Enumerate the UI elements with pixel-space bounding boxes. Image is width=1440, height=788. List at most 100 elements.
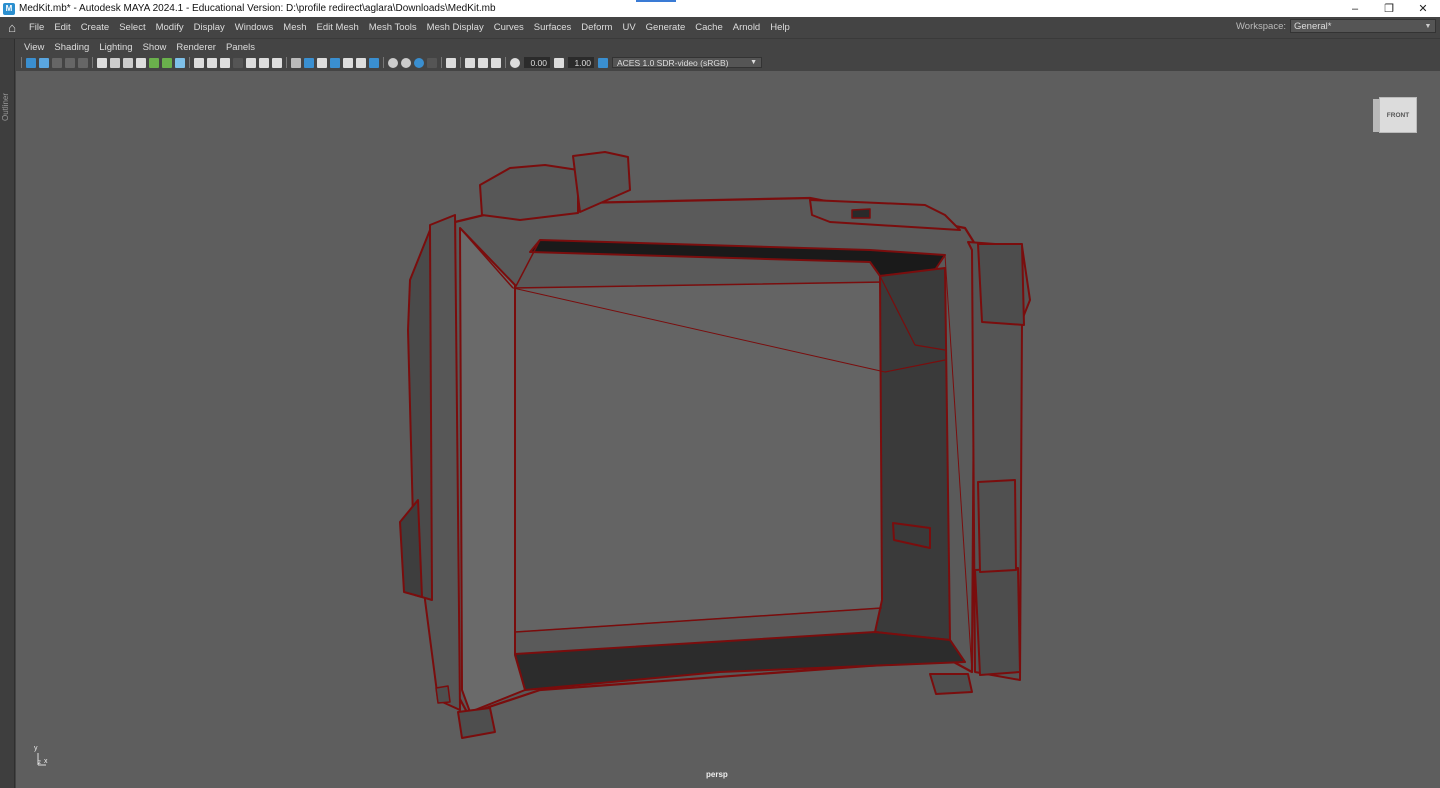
motion-blur-icon[interactable] [356,57,366,68]
axis-z-label: z [38,760,41,766]
smooth-shade-icon[interactable] [207,57,217,68]
menu-uv[interactable]: UV [617,22,640,33]
axis-indicator: y z x [30,743,60,771]
menu-windows[interactable]: Windows [230,22,279,33]
two-d-pan-icon[interactable] [78,57,88,68]
menu-file[interactable]: File [24,22,49,33]
toolbar-separator [460,57,461,68]
panel-menu-view[interactable]: View [19,42,49,53]
hud-icon[interactable] [465,57,475,68]
ambient-occlusion-icon[interactable] [343,57,353,68]
chevron-down-icon: ▼ [750,59,757,66]
depth-of-field-icon[interactable] [388,57,398,68]
menu-edit-mesh[interactable]: Edit Mesh [312,22,364,33]
perspective-viewport[interactable]: FRONT y z x persp [16,71,1440,788]
default-material-icon[interactable] [220,57,230,68]
chevron-down-icon: ▼ [1424,22,1432,30]
exposure-field[interactable]: 0.00 [524,57,550,68]
menu-deform[interactable]: Deform [576,22,617,33]
left-handle [399,499,423,598]
gamma-toggle-icon[interactable] [478,57,488,68]
menu-curves[interactable]: Curves [489,22,529,33]
gate-mask-icon[interactable] [149,57,159,68]
right-lower-box [974,567,1021,676]
lights-icon[interactable] [259,57,269,68]
foot-front-left [457,707,496,739]
field-chart-icon[interactable] [162,57,172,68]
minimize-button[interactable]: – [1338,0,1372,17]
xray-active-icon[interactable] [304,57,314,68]
foot-front-right [929,673,973,695]
grease-pencil-icon[interactable] [97,57,107,68]
ghost-icon[interactable] [427,57,437,68]
backface-culling-icon[interactable] [414,57,424,68]
exposure-icon[interactable] [510,57,520,68]
close-button[interactable]: ✕ [1406,0,1440,17]
panel-toolbar: 0.00 1.00 ACES 1.0 SDR-video (sRGB) ▼ [16,55,1440,70]
restore-button[interactable]: ❐ [1372,0,1406,17]
wireframe-on-shaded-icon[interactable] [401,57,411,68]
select-camera-icon[interactable] [26,57,36,68]
shadows-icon[interactable] [272,57,282,68]
toolbar-separator [92,57,93,68]
shaded-wireframe-icon[interactable] [233,57,243,68]
workspace-dropdown[interactable]: General* ▼ [1290,19,1436,33]
outliner-label: Outliner [1,92,10,121]
panel-menu-panels[interactable]: Panels [221,42,260,53]
panel-menu-renderer[interactable]: Renderer [171,42,221,53]
right-mid-box [977,479,1017,573]
toolbar-separator [505,57,506,68]
grid-icon[interactable] [110,57,120,68]
image-plane-icon[interactable] [65,57,75,68]
menu-cache[interactable]: Cache [690,22,727,33]
wireframe-icon[interactable] [194,57,204,68]
menu-display[interactable]: Display [189,22,230,33]
view-cube-front-face[interactable]: FRONT [1379,97,1417,133]
medkit-wireframe-model [399,151,1031,739]
color-space-dropdown[interactable]: ACES 1.0 SDR-video (sRGB) ▼ [612,57,762,68]
menu-mesh-display[interactable]: Mesh Display [422,22,489,33]
isolate-select-icon[interactable] [330,57,340,68]
toolbar-separator [286,57,287,68]
menu-generate[interactable]: Generate [641,22,691,33]
panel-menu-shading[interactable]: Shading [49,42,94,53]
menu-create[interactable]: Create [76,22,115,33]
panel-menu-lighting[interactable]: Lighting [94,42,137,53]
workspace-label: Workspace: [1236,20,1286,32]
panel-menu-show[interactable]: Show [138,42,172,53]
film-gate-icon[interactable] [123,57,133,68]
axis-y-label: y [34,745,38,752]
menu-mesh[interactable]: Mesh [278,22,311,33]
view-transform-icon[interactable] [598,57,608,68]
menu-edit[interactable]: Edit [49,22,75,33]
medkit-mesh [399,151,1031,739]
top-latch-slot [851,208,871,219]
gamma-field[interactable]: 1.00 [568,57,594,68]
anti-aliasing-icon[interactable] [369,57,379,68]
maya-app-icon: M [3,2,15,15]
outliner-collapsed-panel[interactable]: Outliner [0,39,15,788]
xray-joints-icon[interactable] [317,57,327,68]
workspace-selector: Workspace: General* ▼ [1236,19,1436,33]
menu-mesh-tools[interactable]: Mesh Tools [364,22,422,33]
view-cube[interactable]: FRONT [1373,97,1417,135]
axis-x-label: x [44,758,48,765]
textured-icon[interactable] [246,57,256,68]
menu-modify[interactable]: Modify [151,22,189,33]
home-icon[interactable]: ⌂ [0,20,24,35]
toolbar-separator [21,57,22,68]
menu-arnold[interactable]: Arnold [728,22,765,33]
camera-attributes-icon[interactable] [39,57,49,68]
color-management-icon[interactable] [491,57,501,68]
gamma-icon[interactable] [554,57,564,68]
toolbar-separator [441,57,442,68]
menu-help[interactable]: Help [765,22,795,33]
xray-icon[interactable] [291,57,301,68]
right-upper-box [977,243,1025,326]
menu-select[interactable]: Select [114,22,150,33]
menu-surfaces[interactable]: Surfaces [529,22,577,33]
resolution-gate-icon[interactable] [136,57,146,68]
bookmarks-icon[interactable] [52,57,62,68]
display-mode-icon[interactable] [446,57,456,68]
safe-action-icon[interactable] [175,57,185,68]
